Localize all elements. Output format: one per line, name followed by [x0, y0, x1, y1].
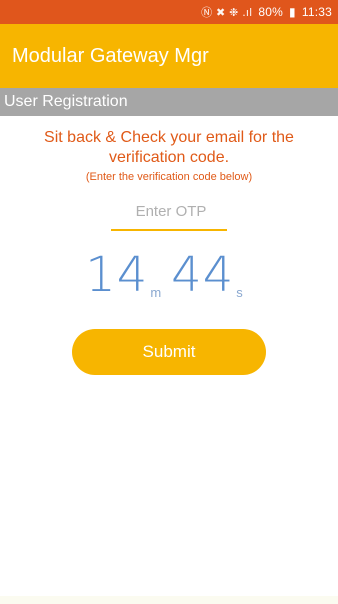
timer-seconds: 44 — [171, 247, 235, 303]
countdown-timer: 14 m 44 s — [0, 251, 338, 299]
battery-icon: ▮ — [289, 5, 296, 19]
bottom-strip — [0, 596, 338, 604]
app-title: Modular Gateway Mgr — [12, 44, 209, 67]
submit-button[interactable]: Submit — [72, 329, 266, 375]
section-title: User Registration — [4, 93, 128, 110]
main-content: Sit back & Check your email for the veri… — [0, 116, 338, 576]
timer-seconds-unit: s — [236, 285, 243, 300]
app-bar: Modular Gateway Mgr — [0, 24, 338, 88]
otp-field-container — [111, 202, 231, 231]
otp-input[interactable] — [111, 202, 231, 221]
timer-minutes-unit: m — [150, 285, 162, 300]
instruction-text: Sit back & Check your email for the veri… — [44, 129, 294, 166]
timer-minutes: 14 — [85, 247, 149, 303]
instruction-hint: (Enter the verification code below) — [85, 171, 253, 183]
status-icons: Ⓝ ✖ ❉ .ıl — [201, 6, 253, 19]
status-bar: Ⓝ ✖ ❉ .ıl 80% ▮ 11:33 — [0, 0, 338, 24]
battery-level: 80% — [258, 5, 284, 19]
section-header: User Registration — [0, 88, 338, 116]
status-time: 11:33 — [301, 5, 332, 19]
registration-screen: Ⓝ ✖ ❉ .ıl 80% ▮ 11:33 Modular Gateway Mg… — [0, 0, 338, 604]
